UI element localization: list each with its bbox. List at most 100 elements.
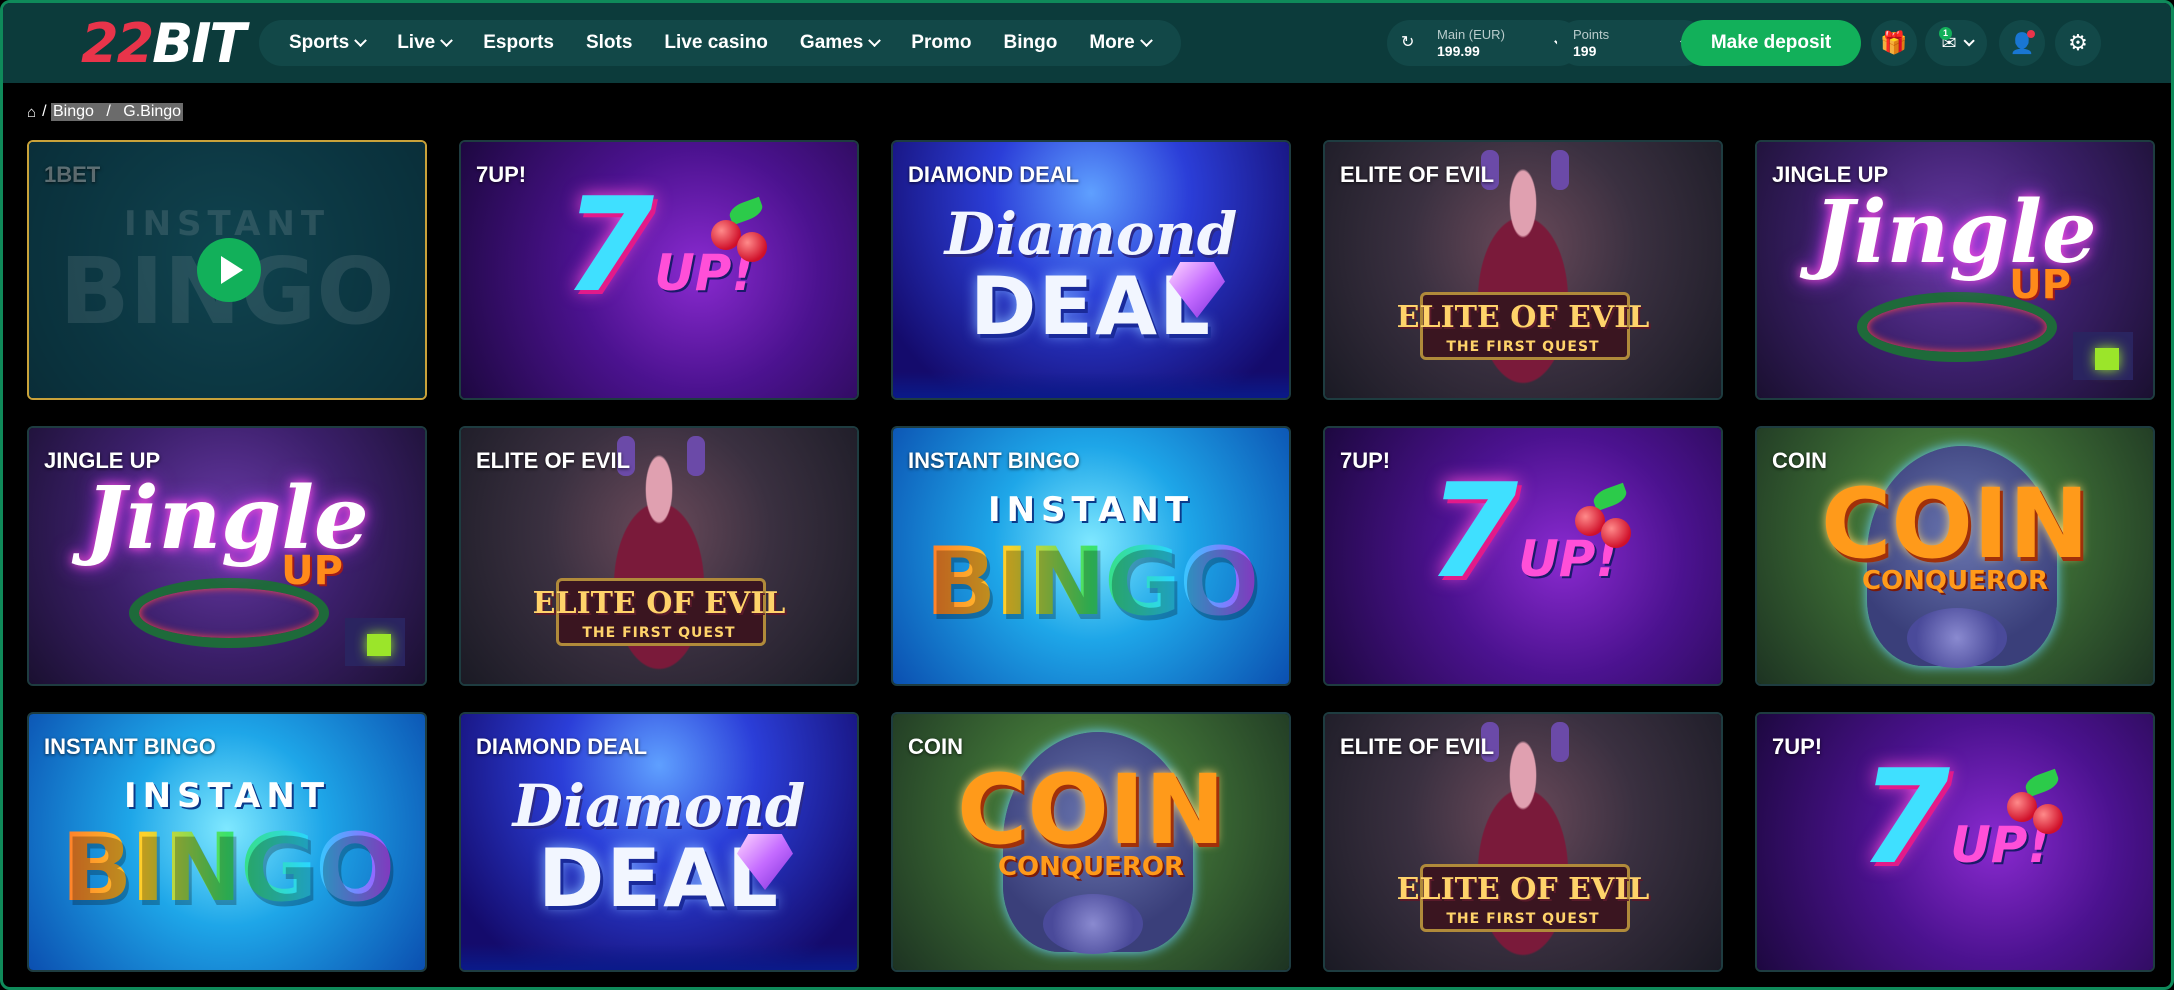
nav-item-label: Promo <box>911 32 972 53</box>
make-deposit-button[interactable]: Make deposit <box>1681 20 1861 66</box>
game-title: 7UP! <box>476 162 527 187</box>
game-card[interactable]: Jingle UP JINGLE UP <box>27 426 427 686</box>
coin-logo-line2: CONQUEROR <box>997 852 1185 882</box>
nav-item-label: Live casino <box>664 32 768 53</box>
game-title: ELITE OF EVIL <box>476 448 631 473</box>
chevron-down-icon <box>354 33 368 47</box>
pedestal-shape <box>1043 894 1143 954</box>
nav-item-slots[interactable]: Slots <box>570 20 648 66</box>
diamond-logo-line1: Diamond <box>944 200 1238 268</box>
coin-logo-line2: CONQUEROR <box>1861 566 2049 596</box>
site-logo[interactable]: 22BIT <box>81 17 246 71</box>
sevenup-digit: 7 <box>1859 741 1951 893</box>
game-title: 1BET <box>44 162 101 187</box>
sevenup-logo: 7UP! <box>461 180 857 338</box>
elite-logo-line1: ELITE OF EVIL <box>532 586 786 621</box>
breadcrumb-item-bingo[interactable]: Bingo <box>50 103 96 121</box>
top-header: 22BIT Sports Live Esports Slots Live casino G… <box>3 3 2171 83</box>
game-title: ELITE OF EVIL <box>1340 162 1495 187</box>
elite-logo-line1: ELITE OF EVIL <box>1396 300 1650 335</box>
window-light <box>2095 348 2119 370</box>
horn-shape <box>687 436 705 476</box>
nav-item-bingo[interactable]: Bingo <box>987 20 1073 66</box>
balance-selector[interactable]: ↻ Main (EUR) 199.99 <box>1387 20 1581 66</box>
diamond-logo-line2: DEAL <box>538 832 780 925</box>
jingle-logo-line2: UP <box>281 548 343 594</box>
game-card[interactable]: COIN CONQUEROR COIN <box>1755 426 2155 686</box>
refresh-icon[interactable]: ↻ <box>1401 34 1419 52</box>
game-card[interactable]: ELITE OF EVIL THE FIRST QUEST ELITE OF EV… <box>459 426 859 686</box>
breadcrumb: ⌂ / Bingo / G.Bingo <box>27 103 184 121</box>
sevenup-digit: 7 <box>563 169 655 321</box>
logo-number: 22 <box>81 12 154 75</box>
game-card[interactable]: INSTANT BINGO INSTANT BINGO <box>27 712 427 972</box>
bingo-word: BINGO <box>60 814 395 923</box>
nav-item-label: Sports <box>289 32 350 53</box>
game-card[interactable]: COIN CONQUEROR COIN <box>891 712 1291 972</box>
nav-item-label: Slots <box>585 32 633 53</box>
gift-icon: 🎁 <box>1880 30 1908 55</box>
breadcrumb-item-current: G.Bingo <box>121 103 184 121</box>
horn-shape <box>1551 150 1569 190</box>
game-title: ELITE OF EVIL <box>1340 734 1495 759</box>
game-card[interactable]: ELITE OF EVIL THE FIRST QUEST ELITE OF EV… <box>1323 140 1723 400</box>
gear-icon: ⚙ <box>2068 30 2088 55</box>
game-card[interactable]: Diamond DEAL DIAMOND DEAL <box>891 140 1291 400</box>
profile-button[interactable]: 👤 <box>1999 20 2045 66</box>
chevron-down-icon <box>440 33 454 47</box>
points-label: Points <box>1573 26 1610 42</box>
game-title: INSTANT BINGO <box>44 734 216 759</box>
bingo-word: BINGO <box>924 528 1259 637</box>
elite-logo-line2: THE FIRST QUEST <box>1446 911 1600 927</box>
game-title: COIN <box>908 734 963 759</box>
game-card[interactable]: INSTANT BINGO 1BET <box>27 140 427 400</box>
nav-item-label: Live <box>397 32 436 53</box>
cherry-shape <box>1601 518 1631 548</box>
chevron-down-icon <box>868 33 882 47</box>
notification-dot <box>2027 30 2035 38</box>
game-card[interactable]: ELITE OF EVIL THE FIRST QUEST ELITE OF EV… <box>1323 712 1723 972</box>
stage-lights <box>461 944 857 970</box>
game-title: 7UP! <box>1340 448 1391 473</box>
games-grid: INSTANT BINGO 1BET 7UP! 7UP! Diamond DEA… <box>27 140 2159 972</box>
main-nav: Sports Live Esports Slots Live casino Games Pr… <box>259 20 1181 66</box>
points-value: 199 <box>1573 42 1597 59</box>
nav-item-label: Esports <box>483 32 554 53</box>
game-card[interactable]: Diamond DEAL DIAMOND DEAL <box>459 712 859 972</box>
game-card[interactable]: 7UP! 7UP! <box>1323 426 1723 686</box>
gift-button[interactable]: 🎁 <box>1871 20 1917 66</box>
nav-item-games[interactable]: Games <box>784 20 895 66</box>
elite-logo-line2: THE FIRST QUEST <box>582 625 736 641</box>
breadcrumb-separator: / <box>104 103 113 121</box>
game-card[interactable]: Jingle UP JINGLE UP <box>1755 140 2155 400</box>
settings-button[interactable]: ⚙ <box>2055 20 2101 66</box>
sevenup-logo: 7UP! <box>1325 466 1721 624</box>
diamond-logo-line1: Diamond <box>512 772 806 840</box>
messages-button[interactable]: ✉ 1 <box>1925 20 1987 66</box>
nav-item-promo[interactable]: Promo <box>895 20 987 66</box>
horn-shape <box>1551 722 1569 762</box>
instant-logo-line1: INSTANT <box>123 776 331 816</box>
nav-item-sports[interactable]: Sports <box>273 20 381 66</box>
game-title: JINGLE UP <box>44 448 161 473</box>
nav-item-live-casino[interactable]: Live casino <box>648 20 784 66</box>
nav-item-live[interactable]: Live <box>381 20 467 66</box>
window-light <box>367 634 391 656</box>
breadcrumb-separator: / <box>42 103 47 120</box>
nav-item-esports[interactable]: Esports <box>467 20 570 66</box>
app-frame: 22BIT Sports Live Esports Slots Live casino G… <box>0 0 2174 990</box>
game-card[interactable]: 7UP! 7UP! <box>459 140 859 400</box>
chevron-down-icon <box>1139 33 1153 47</box>
play-icon[interactable] <box>197 238 261 302</box>
game-title: JINGLE UP <box>1772 162 1889 187</box>
nav-item-more[interactable]: More <box>1073 20 1166 66</box>
home-icon[interactable]: ⌂ <box>27 104 36 121</box>
game-card[interactable]: 7UP! 7UP! <box>1755 712 2155 972</box>
jingle-logo-line2: UP <box>2009 262 2071 308</box>
diamond-logo-line2: DEAL <box>970 260 1212 353</box>
sevenup-logo: 7UP! <box>1757 752 2153 910</box>
game-card[interactable]: INSTANT BINGO INSTANT BINGO <box>891 426 1291 686</box>
nav-item-label: More <box>1089 32 1135 53</box>
mail-count-badge: 1 <box>1939 27 1952 40</box>
elite-logo-line1: ELITE OF EVIL <box>1396 872 1650 907</box>
